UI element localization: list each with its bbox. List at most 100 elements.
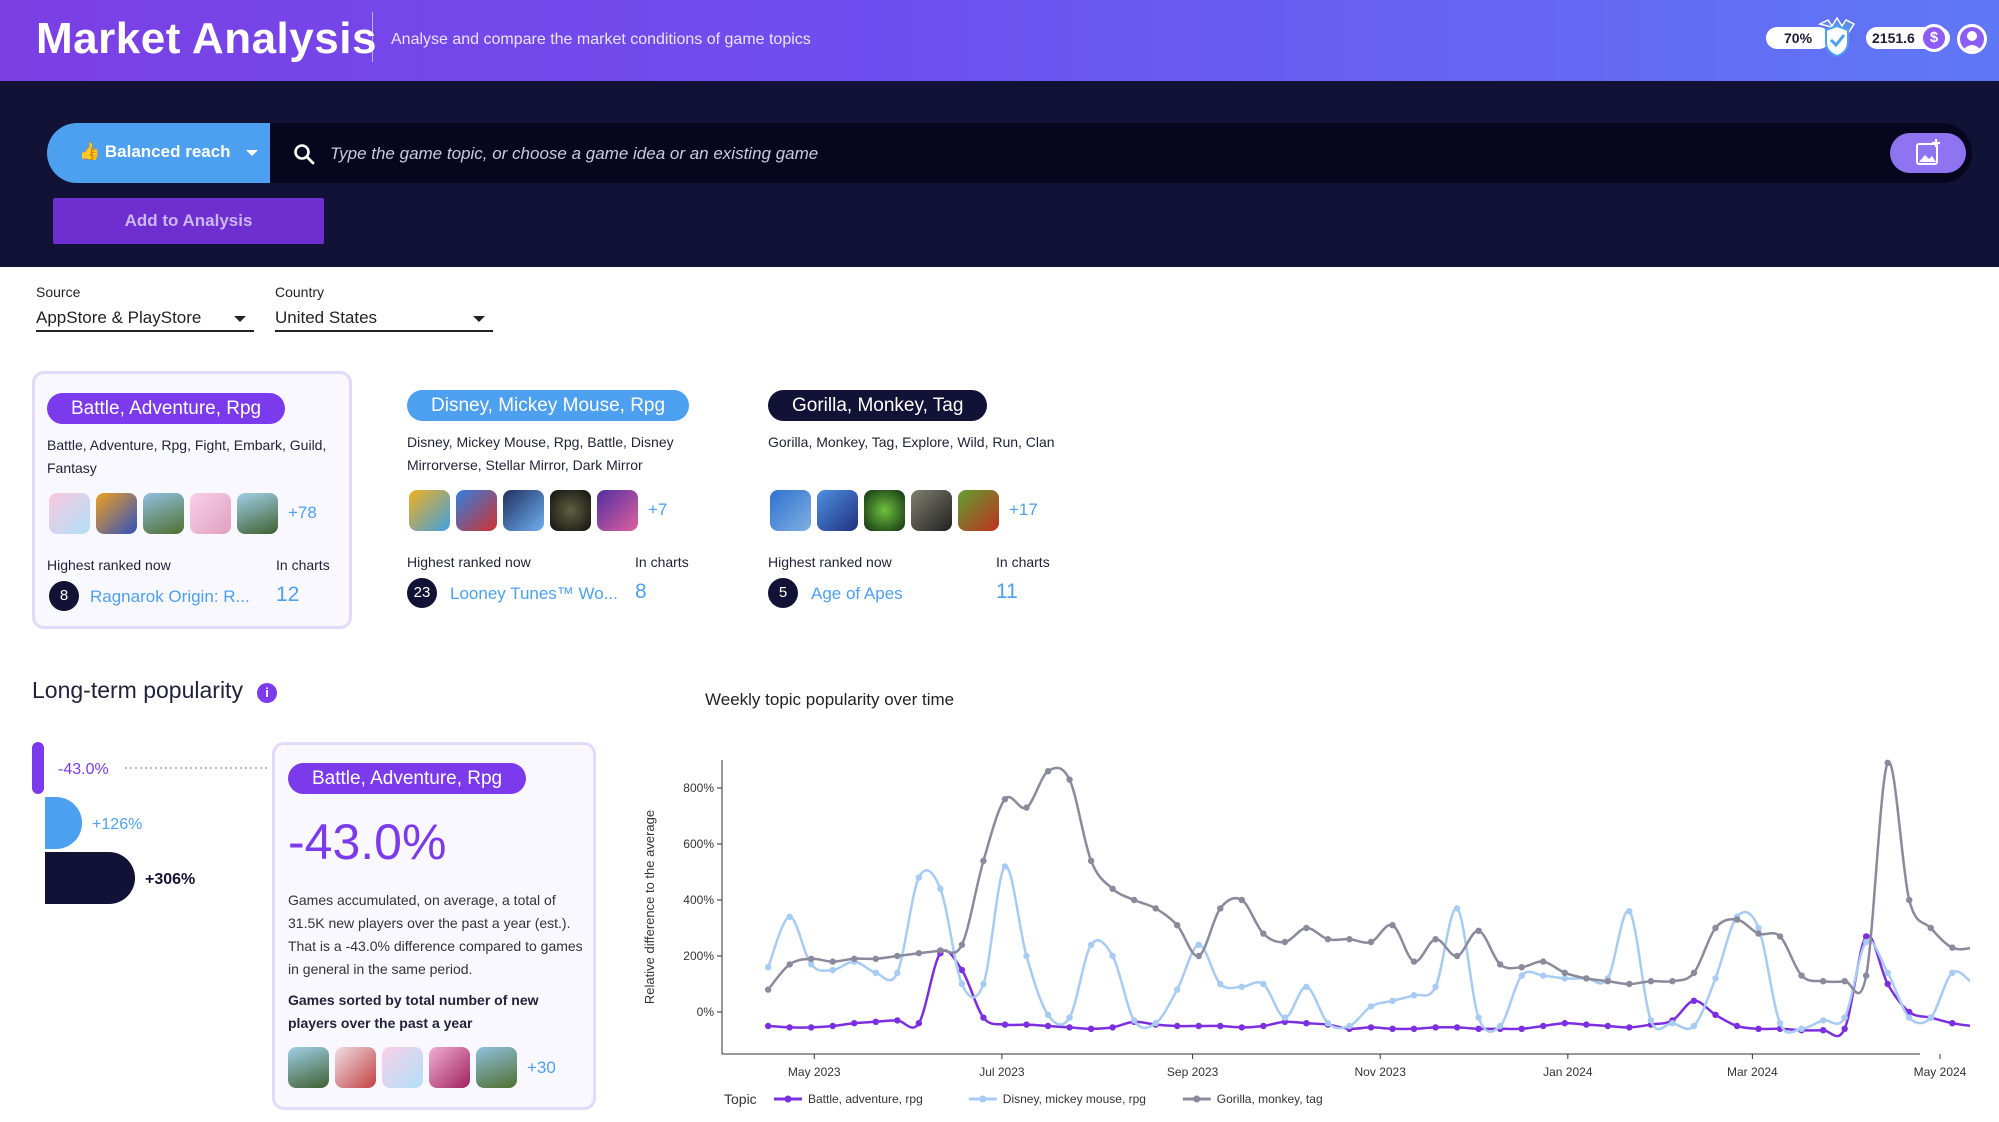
data-point[interactable] — [1927, 924, 1934, 932]
data-point[interactable] — [1540, 972, 1547, 979]
data-point[interactable] — [1884, 759, 1891, 766]
data-point[interactable] — [872, 969, 879, 976]
data-point[interactable] — [1367, 1024, 1375, 1031]
data-point[interactable] — [1174, 922, 1181, 929]
data-point[interactable] — [1087, 1025, 1095, 1032]
data-point[interactable] — [1260, 1022, 1267, 1030]
game-thumbnail[interactable] — [817, 489, 858, 531]
top-game-link[interactable]: Looney Tunes™ Wo... — [450, 584, 618, 604]
data-point[interactable] — [1819, 1027, 1827, 1034]
data-point[interactable] — [1712, 975, 1719, 982]
data-point[interactable] — [851, 955, 858, 962]
data-point[interactable] — [1087, 857, 1095, 864]
data-point[interactable] — [1453, 1024, 1461, 1031]
game-thumbnail[interactable] — [190, 492, 231, 534]
data-point[interactable] — [1367, 1003, 1375, 1010]
data-point[interactable] — [1453, 952, 1461, 960]
data-point[interactable] — [1324, 1020, 1332, 1027]
legend-item[interactable]: Gorilla, monkey, tag — [1217, 1092, 1323, 1106]
data-point[interactable] — [894, 969, 901, 976]
data-point[interactable] — [829, 966, 836, 974]
data-point[interactable] — [851, 1020, 858, 1027]
data-point[interactable] — [786, 1024, 793, 1031]
game-thumbnail[interactable] — [237, 492, 278, 534]
game-thumbnail[interactable] — [409, 489, 450, 531]
data-point[interactable] — [1410, 992, 1418, 999]
data-point[interactable] — [1798, 972, 1805, 979]
data-point[interactable] — [1647, 978, 1655, 985]
add-to-analysis-button[interactable]: Add to Analysis — [53, 198, 324, 244]
data-point[interactable] — [1174, 986, 1181, 993]
game-thumbnail[interactable] — [864, 489, 905, 531]
data-point[interactable] — [1604, 978, 1612, 985]
data-point[interactable] — [1669, 978, 1676, 985]
game-thumbnail[interactable] — [476, 1047, 517, 1088]
data-point[interactable] — [1561, 975, 1568, 982]
data-point[interactable] — [1669, 1020, 1676, 1027]
data-point[interactable] — [915, 1020, 923, 1027]
data-point[interactable] — [958, 980, 966, 988]
data-point[interactable] — [1238, 1024, 1246, 1031]
data-point[interactable] — [1195, 1022, 1202, 1030]
data-point[interactable] — [1690, 997, 1698, 1004]
reach-dropdown[interactable]: 👍 Balanced reach — [47, 123, 270, 183]
user-avatar-icon[interactable] — [1957, 24, 1987, 54]
data-point[interactable] — [764, 986, 772, 993]
data-point[interactable] — [1367, 938, 1375, 946]
data-point[interactable] — [1260, 930, 1267, 937]
data-point[interactable] — [1712, 924, 1719, 932]
data-point[interactable] — [1626, 908, 1633, 915]
data-point[interactable] — [1862, 938, 1870, 946]
game-thumbnail[interactable] — [288, 1047, 329, 1088]
data-point[interactable] — [1109, 885, 1116, 892]
data-point[interactable] — [1324, 936, 1332, 943]
data-point[interactable] — [1001, 796, 1009, 803]
legend-item[interactable]: Disney, mickey mouse, rpg — [1003, 1092, 1146, 1106]
data-point[interactable] — [937, 947, 944, 954]
data-point[interactable] — [1389, 1025, 1396, 1032]
more-games-count[interactable]: +30 — [527, 1058, 556, 1078]
data-point[interactable] — [1432, 936, 1439, 943]
data-point[interactable] — [1195, 952, 1202, 960]
game-thumbnail[interactable] — [911, 489, 952, 531]
data-point[interactable] — [1346, 936, 1353, 943]
data-point[interactable] — [1389, 997, 1396, 1004]
data-point[interactable] — [1109, 952, 1116, 960]
data-point[interactable] — [1540, 958, 1547, 965]
data-point[interactable] — [1475, 927, 1482, 934]
data-point[interactable] — [1819, 1017, 1827, 1024]
data-point[interactable] — [1303, 1020, 1310, 1027]
data-point[interactable] — [1690, 969, 1698, 976]
data-point[interactable] — [1023, 804, 1030, 811]
data-point[interactable] — [1690, 1022, 1698, 1030]
data-point[interactable] — [1518, 972, 1525, 979]
data-point[interactable] — [1949, 944, 1956, 951]
data-point[interactable] — [1626, 980, 1633, 988]
country-select[interactable]: United States — [275, 302, 493, 332]
data-point[interactable] — [1346, 1022, 1353, 1030]
data-point[interactable] — [1906, 1014, 1913, 1021]
data-point[interactable] — [980, 980, 987, 988]
data-point[interactable] — [1453, 905, 1461, 912]
game-thumbnail[interactable] — [958, 489, 999, 531]
data-point[interactable] — [1281, 1014, 1289, 1021]
data-point[interactable] — [1733, 916, 1741, 923]
game-thumbnail[interactable] — [597, 489, 638, 531]
data-point[interactable] — [1927, 1014, 1934, 1021]
data-point[interactable] — [1174, 1022, 1181, 1030]
data-point[interactable] — [1475, 1014, 1482, 1021]
data-point[interactable] — [1583, 975, 1590, 982]
data-point[interactable] — [1862, 933, 1870, 940]
game-thumbnail[interactable] — [335, 1047, 376, 1088]
data-point[interactable] — [1238, 983, 1246, 990]
data-point[interactable] — [764, 1022, 772, 1030]
data-point[interactable] — [1755, 930, 1762, 937]
data-point[interactable] — [786, 913, 793, 920]
data-point[interactable] — [1647, 1017, 1655, 1024]
data-point[interactable] — [1303, 924, 1310, 932]
data-point[interactable] — [915, 874, 923, 881]
data-point[interactable] — [1884, 969, 1891, 976]
data-point[interactable] — [1044, 1011, 1052, 1018]
more-games-count[interactable]: +7 — [648, 500, 667, 520]
data-point[interactable] — [1281, 938, 1289, 946]
